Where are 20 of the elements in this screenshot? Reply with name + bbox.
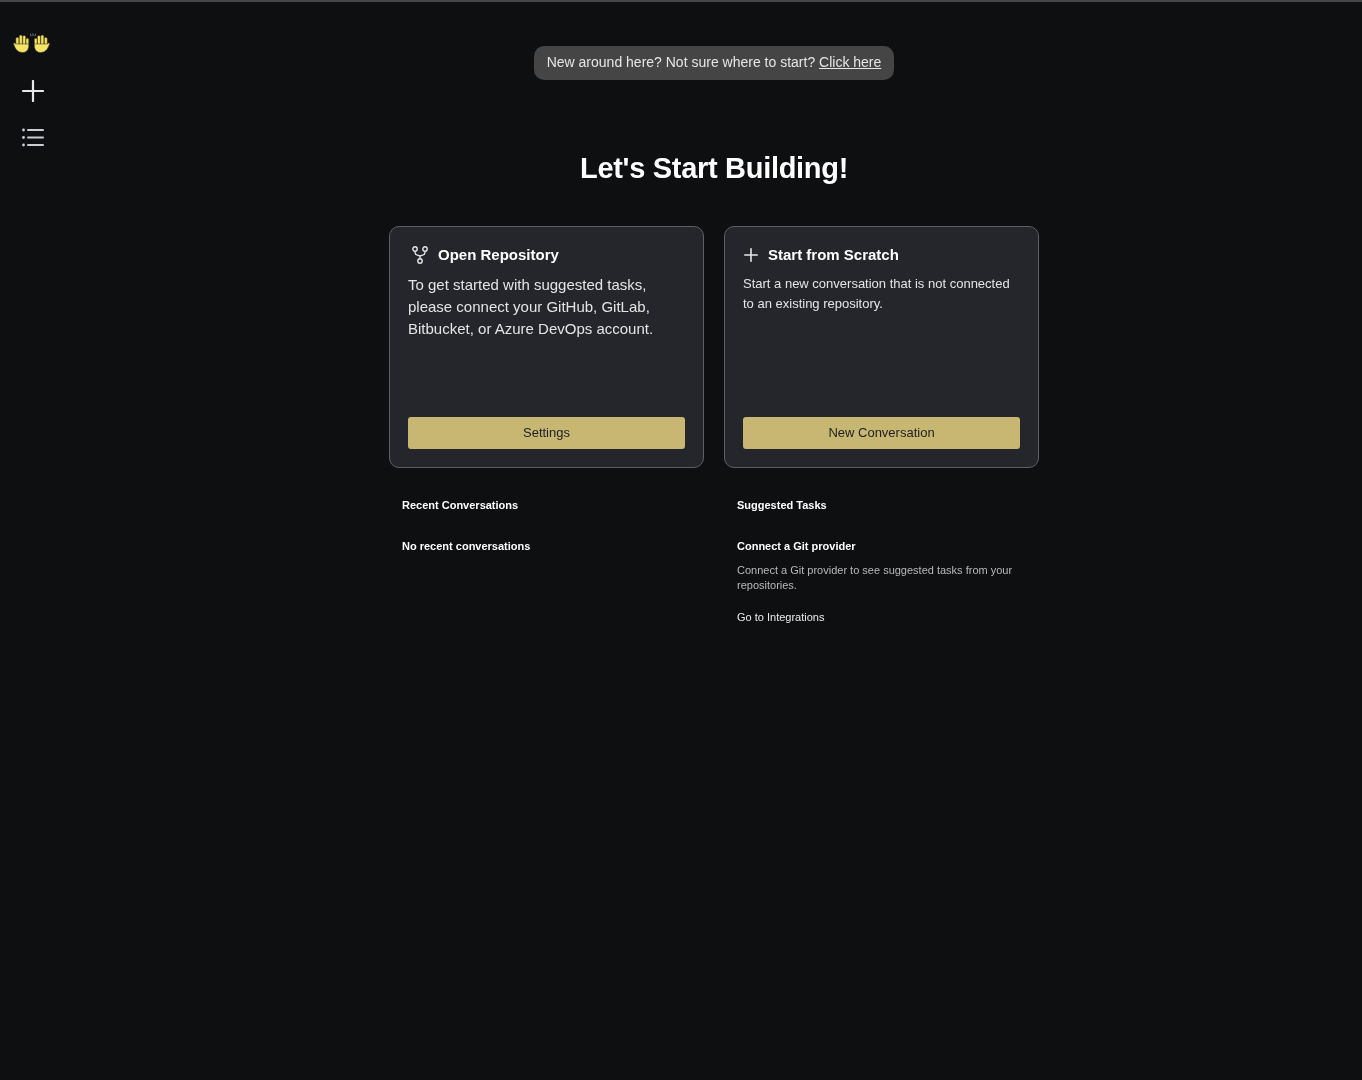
section-title: Suggested Tasks [737,498,828,513]
plus-icon [744,248,758,262]
card-button[interactable]: Settings [408,417,685,449]
task-description: Connect a Git provider to see suggested tasks from your repositories. [737,563,1014,593]
empty-message: No recent conversations [402,539,532,554]
integrations-link[interactable]: Go to Integrations [737,609,825,625]
banner-message: New around here? Not sure where to start? Click here [546,54,882,70]
card-description: To get started with suggested tasks, please connect your GitHub, GitLab, Bitbucket, or Azure DevOps account. [408,275,655,339]
task-title: Connect a Git provider [737,539,857,554]
card-title: Open Repository [438,245,559,265]
section-title: Recent Conversations [402,498,520,513]
raised-hands-icon[interactable] [13,33,53,54]
page-heading: Let's Start Building! [579,151,848,186]
plus-icon[interactable] [22,80,44,102]
list-icon[interactable] [22,128,44,147]
card-title: Start from Scratch [768,245,899,265]
card-description: Start a new conversation that is not connected to an existing repository. [743,275,1011,313]
click-here-link[interactable]: Click here [819,54,882,70]
fork-icon [412,246,428,264]
card-button[interactable]: New Conversation [743,417,1020,449]
